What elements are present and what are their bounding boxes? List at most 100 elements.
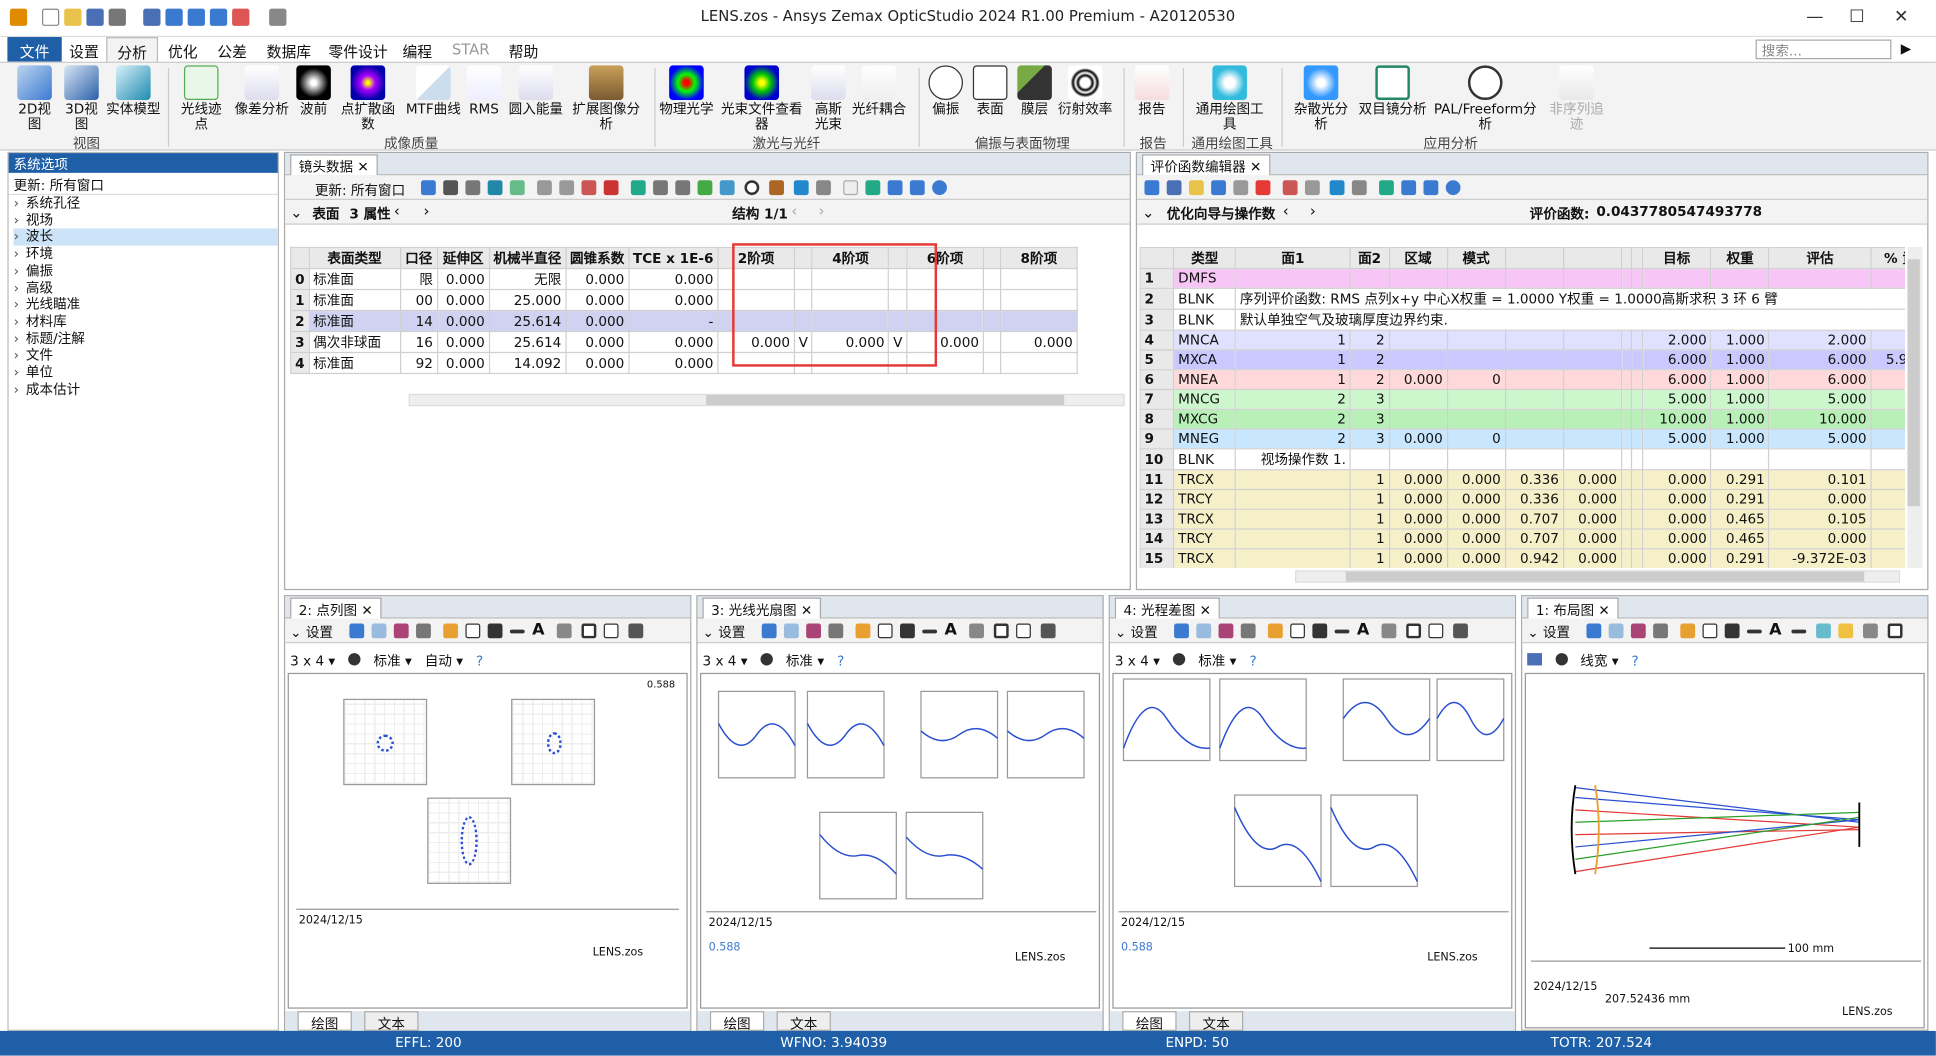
merit-cell[interactable]: 5.000 [1768, 428, 1872, 450]
merit-cell[interactable]: BLNK [1173, 308, 1237, 331]
circle-icon[interactable] [760, 653, 773, 666]
lens-cell[interactable]: 0.000 [436, 288, 490, 312]
merit-cell[interactable]: 3 [1349, 388, 1390, 410]
merit-cell[interactable]: 1 [1349, 469, 1390, 491]
tree-item-cost[interactable]: 成本估计 [14, 381, 278, 398]
save-icon[interactable] [1166, 180, 1182, 196]
psf-button[interactable]: 点扩散函数 [336, 65, 400, 132]
arrow-icon[interactable] [900, 623, 915, 639]
merit-cell[interactable]: 3 [1139, 308, 1175, 331]
lens-cell[interactable]: 14.092 [488, 351, 567, 375]
tab-plot[interactable]: 绘图 [1122, 1011, 1177, 1032]
lens-cell[interactable] [982, 330, 1002, 354]
merit-cell[interactable]: 0.000 [1388, 428, 1448, 450]
tool12-icon[interactable] [816, 180, 831, 196]
tab-analysis[interactable]: 分析 [106, 37, 159, 63]
merit-cell[interactable]: 0 [1870, 528, 1905, 550]
ray-trace-button[interactable]: 光线迹点 [175, 65, 227, 132]
merit-cell[interactable]: 0 [1870, 369, 1905, 391]
tool2-icon[interactable] [1282, 180, 1298, 196]
merit-cell[interactable] [1631, 528, 1643, 550]
merit-cell[interactable]: 3 [1349, 408, 1390, 430]
arrow-right-icon[interactable] [909, 180, 925, 196]
merit-cell[interactable]: 1 [1234, 329, 1351, 351]
merit-cell[interactable] [1631, 469, 1643, 491]
tool3-icon[interactable] [581, 180, 597, 196]
vertical-scrollbar[interactable] [1907, 246, 1923, 568]
merit-cell[interactable] [1631, 267, 1643, 289]
beam-file-viewer-button[interactable]: 光束文件查看器 [716, 65, 807, 132]
layout-dropdown[interactable]: 3 x 4 [702, 653, 736, 669]
merit-cell[interactable]: 0.000 [1388, 488, 1448, 510]
merit-cell[interactable] [1620, 428, 1633, 450]
stray-light-button[interactable]: 杂散光分析 [1289, 65, 1353, 132]
merit-cell[interactable] [1631, 369, 1643, 391]
surface-button[interactable]: 表面 [970, 65, 1010, 117]
grid-icon[interactable] [1016, 623, 1031, 639]
config-next-icon[interactable]: › [819, 202, 825, 219]
merit-cell[interactable]: 0.000 [1641, 528, 1712, 550]
merit-cell[interactable]: 1.000 [1710, 428, 1770, 450]
merit-cell[interactable] [1562, 369, 1622, 391]
lens-cell[interactable]: 0.000 [436, 267, 490, 291]
save-icon[interactable] [806, 623, 822, 639]
lens-cell[interactable]: 2 [290, 309, 310, 333]
rms-button[interactable]: RMS [464, 65, 504, 117]
merit-cell[interactable] [1631, 349, 1643, 371]
merit-cell[interactable]: 1 [1234, 349, 1351, 371]
merit-cell[interactable]: 14 [1139, 528, 1175, 550]
lock-icon[interactable] [556, 623, 572, 639]
merit-cell[interactable] [1768, 448, 1872, 471]
merit-cell[interactable]: BLNK [1173, 287, 1237, 310]
merit-cell[interactable]: 视场操作数 1. [1234, 448, 1351, 471]
save-icon[interactable] [1218, 623, 1234, 639]
arrow-icon[interactable] [1312, 623, 1328, 639]
merit-cell[interactable] [1562, 267, 1622, 289]
tab-spot-diagram[interactable]: 2: 点列图 ✕ [290, 597, 382, 619]
merit-cell[interactable] [1562, 349, 1622, 371]
tool11-icon[interactable] [793, 180, 809, 196]
merit-cell[interactable]: 0 [1870, 548, 1905, 568]
layout-dropdown[interactable]: 3 x 4 [290, 653, 324, 669]
tool7-icon[interactable] [1401, 180, 1417, 196]
lens-cell[interactable]: 0.000 [627, 288, 719, 312]
pencil-icon[interactable] [443, 623, 459, 639]
auto-dropdown[interactable]: 自动 [425, 653, 452, 669]
tab-help[interactable]: 帮助 [499, 40, 548, 63]
lens-cell[interactable]: 25.000 [488, 288, 567, 312]
lens-cell[interactable] [999, 351, 1078, 375]
merit-cell[interactable]: 0 [1870, 488, 1905, 510]
merit-cell[interactable]: 5.000 [1768, 388, 1872, 410]
lens-cell[interactable] [999, 288, 1078, 312]
image-icon[interactable] [509, 180, 525, 196]
text-tool-icon[interactable]: A [1357, 621, 1369, 640]
merit-cell[interactable]: BLNK [1173, 448, 1237, 471]
tab-opd[interactable]: 4: 光程差图 ✕ [1114, 597, 1220, 619]
rectangle-icon[interactable] [465, 623, 481, 639]
merit-cell[interactable] [1562, 329, 1622, 351]
copy-icon[interactable] [783, 623, 799, 639]
tab-optimize[interactable]: 优化 [158, 40, 207, 63]
fit-icon[interactable] [993, 623, 1009, 639]
merit-cell[interactable]: TRCX [1173, 508, 1237, 530]
lens-cell[interactable]: 3 [290, 330, 310, 354]
polarization-button[interactable]: 偏振 [926, 65, 966, 117]
merit-cell[interactable] [1631, 329, 1643, 351]
diffraction-efficiency-button[interactable]: 衍射效率 [1057, 65, 1114, 117]
maximize-button[interactable]: ☐ [1844, 7, 1869, 27]
merit-cell[interactable] [1504, 428, 1564, 450]
tab-file[interactable]: 文件 [7, 37, 62, 62]
help-icon[interactable] [1445, 180, 1461, 196]
lens-cell[interactable]: 0.000 [627, 330, 719, 354]
merit-cell[interactable]: 0.000 [1388, 508, 1448, 530]
merit-cell[interactable] [1620, 469, 1633, 491]
lens-cell[interactable]: 无限 [488, 267, 567, 291]
merit-cell[interactable] [1631, 488, 1643, 510]
lens-row[interactable]: 1 标准面 00 0.000 25.000 0.000 0.000 [290, 288, 1078, 312]
linewidth-dropdown[interactable]: 线宽 [1580, 653, 1607, 669]
merit-cell[interactable]: 0.000 [1562, 548, 1622, 568]
tab-programming[interactable]: 编程 [393, 40, 442, 63]
merit-row[interactable]: 7MNCG235.0001.0005.0000 [1139, 388, 1905, 410]
merit-cell[interactable]: 默认单独空气及玻璃厚度边界约束. [1234, 308, 1905, 331]
lens-cell[interactable]: 0.000 [565, 330, 630, 354]
